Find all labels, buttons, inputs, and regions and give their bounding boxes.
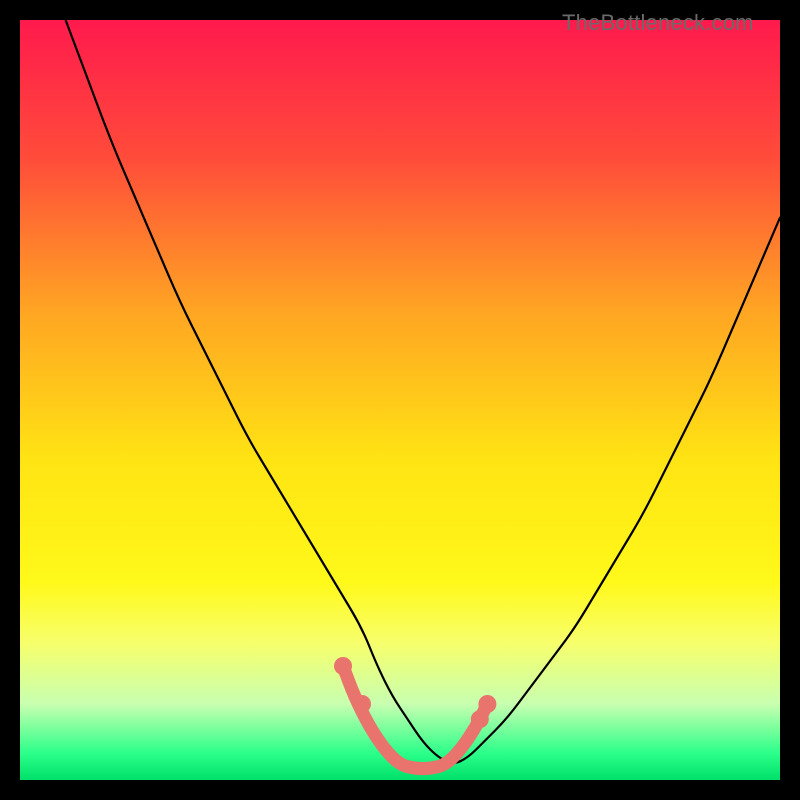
bottleneck-chart bbox=[20, 20, 780, 780]
highlight-dot bbox=[334, 657, 352, 675]
chart-frame bbox=[20, 20, 780, 780]
highlight-dot bbox=[478, 695, 496, 713]
gradient-background bbox=[20, 20, 780, 780]
highlight-dot bbox=[353, 695, 371, 713]
watermark-text: TheBottleneck.com bbox=[562, 10, 754, 36]
